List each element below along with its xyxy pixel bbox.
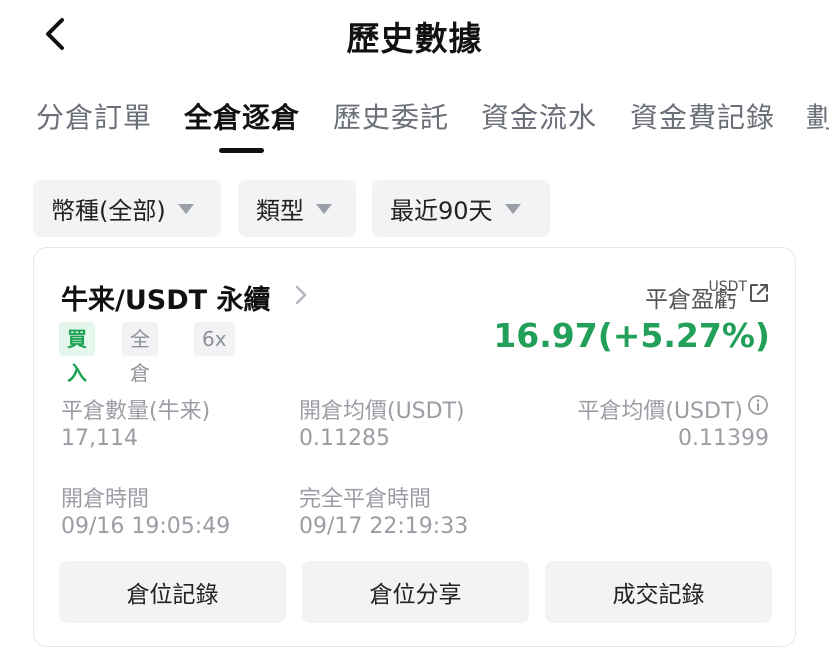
caret-down-icon xyxy=(316,203,332,214)
full-close-time-label: 完全平倉時間 xyxy=(299,487,432,512)
tab-split-orders[interactable]: 分倉訂單 xyxy=(36,96,152,136)
side-badge: 買入 xyxy=(59,322,95,385)
tab-cross-isolated[interactable]: 全倉逐倉 xyxy=(184,96,300,136)
info-icon[interactable] xyxy=(747,394,769,416)
type-filter[interactable]: 類型 xyxy=(238,180,356,237)
position-records-button[interactable]: 倉位記錄 xyxy=(59,561,286,623)
header: 歷史數據 xyxy=(0,0,829,68)
type-filter-label: 類型 xyxy=(256,197,304,225)
open-time-label: 開倉時間 xyxy=(61,487,150,512)
tab-bar: 分倉訂單 全倉逐倉 歷史委託 資金流水 資金費記錄 劃 xyxy=(36,96,829,156)
close-qty-value: 17,114 xyxy=(61,426,138,451)
trade-records-button[interactable]: 成交記錄 xyxy=(545,561,772,623)
open-time-value: 09/16 19:05:49 xyxy=(61,514,231,539)
full-close-time-value: 09/17 22:19:33 xyxy=(299,514,469,539)
external-link-icon[interactable] xyxy=(747,281,771,305)
tab-more[interactable]: 劃 xyxy=(806,96,829,136)
caret-down-icon xyxy=(504,203,521,214)
open-avg-label: 開倉均價(USDT) xyxy=(299,399,465,424)
close-avg-value: 0.11399 xyxy=(678,426,769,451)
pnl-unit: USDT xyxy=(708,279,747,295)
caret-down-icon xyxy=(177,203,194,214)
history-page: 歷史數據 分倉訂單 全倉逐倉 歷史委託 資金流水 資金費記錄 劃 幣種(全部) … xyxy=(0,0,829,659)
pair-name[interactable]: 牛来/USDT 永續 xyxy=(61,278,270,317)
date-range-filter[interactable]: 最近90天 xyxy=(372,180,550,237)
pnl-value: 16.97(+5.27%) xyxy=(493,316,770,355)
close-avg-label: 平倉均價(USDT) xyxy=(577,399,743,424)
tab-funding-fee[interactable]: 資金費記錄 xyxy=(630,96,775,136)
tab-order-history[interactable]: 歷史委託 xyxy=(333,96,449,136)
coin-filter-label: 幣種(全部) xyxy=(51,197,166,225)
position-card: 牛来/USDT 永續 買入 全倉 6x 平倉盈虧 USDT 16.97(+5.2… xyxy=(33,247,796,647)
position-share-button[interactable]: 倉位分享 xyxy=(302,561,529,623)
chevron-right-icon[interactable] xyxy=(292,282,310,308)
open-avg-value: 0.11285 xyxy=(299,426,390,451)
active-tab-indicator xyxy=(219,148,264,153)
date-range-filter-label: 最近90天 xyxy=(390,197,493,225)
page-title: 歷史數據 xyxy=(346,19,483,58)
leverage-badge: 6x xyxy=(194,322,235,356)
close-qty-label: 平倉數量(牛来) xyxy=(61,399,211,424)
tab-fund-flow[interactable]: 資金流水 xyxy=(481,96,597,136)
coin-filter[interactable]: 幣種(全部) xyxy=(33,180,221,237)
margin-mode-badge: 全倉 xyxy=(122,322,158,385)
